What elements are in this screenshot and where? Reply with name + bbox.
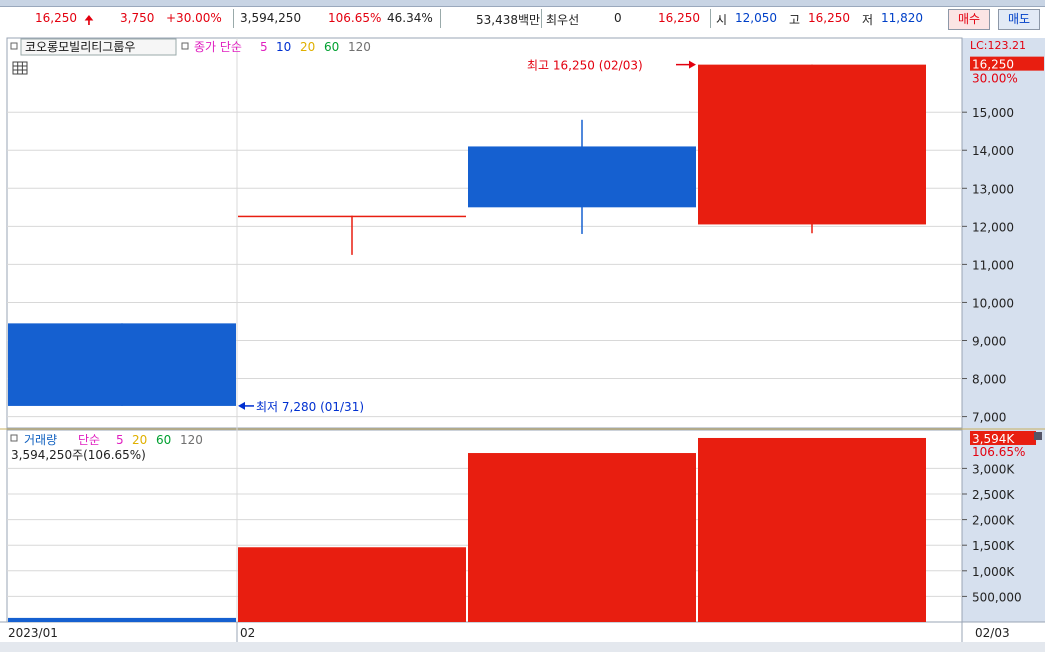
ma-label: 종가 단순: [194, 40, 242, 54]
panel-close-icon: [1034, 432, 1042, 440]
y-tick-label: 2,000K: [972, 514, 1015, 528]
y-tick-label: 9,000: [972, 334, 1006, 348]
y-tick-label: 3,000K: [972, 462, 1015, 476]
candle-body: [238, 215, 466, 218]
volume-ma-period-label: 20: [132, 433, 147, 447]
trade-volume: 3,594,250: [240, 11, 302, 25]
ma-period-label: 20: [300, 40, 315, 54]
sell-button[interactable]: 매도: [998, 9, 1040, 30]
volume-bar: [8, 617, 236, 622]
volume-bar: [468, 453, 696, 622]
current-rate-tag-text: 30.00%: [972, 72, 1018, 86]
x-axis-label: 2023/01: [8, 626, 58, 640]
legend-marker-icon: [10, 42, 18, 50]
candle-body: [698, 64, 926, 225]
volume-ma-label: 단순: [78, 433, 100, 447]
open-label: 시: [716, 13, 728, 27]
y-tick-label: 8,000: [972, 373, 1006, 387]
divider: [233, 9, 234, 28]
ma-period-label: 120: [348, 40, 371, 54]
candle-body: [468, 146, 696, 208]
ma-period-label: 5: [260, 40, 268, 54]
stock-chart: 7,000 8,000 9,000 10,000 11,000 12,000 13,000 1…: [0, 31, 1045, 652]
y-tick-label: 10,000: [972, 296, 1014, 310]
y-tick-label: 1,000K: [972, 565, 1015, 579]
x-axis-strip: [0, 622, 1045, 642]
low-label: 저: [862, 13, 874, 27]
y-tick-label: 14,000: [972, 144, 1014, 158]
scale-background: [962, 38, 1045, 622]
ma-period-label: 60: [324, 40, 339, 54]
volume-ma-period-label: 60: [156, 433, 171, 447]
y-tick-label: 500,000: [972, 590, 1022, 604]
quote-bar: 16,250 🠉 3,750 +30.00% 3,594,250 106.65%…: [0, 7, 1045, 32]
ma-period-label: 10: [276, 40, 291, 54]
price-change: 3,750: [120, 11, 155, 25]
table-icon: [12, 61, 28, 75]
priority-qty: 0: [614, 11, 622, 25]
current-price: 16,250: [35, 11, 77, 25]
volume-ratio: 106.65%: [328, 11, 382, 25]
current-volume-rate-text: 106.65%: [972, 445, 1025, 459]
candle-body: [8, 323, 236, 406]
stock-name: 코오롱모빌리티그룹우: [25, 40, 135, 54]
top-right-label: LC:123.21: [970, 39, 1026, 52]
priority-label: 최우선: [546, 13, 580, 27]
y-tick-label: 15,000: [972, 106, 1014, 120]
trade-amount: 53,438백만: [476, 13, 541, 27]
y-tick-label: 11,000: [972, 258, 1014, 272]
change-rate: +30.00%: [166, 11, 222, 25]
high-annotation: 최고 16,250 (02/03): [527, 59, 643, 73]
y-tick-label: 12,000: [972, 220, 1014, 234]
bottom-toolbar: [0, 642, 1045, 652]
priority-price: 16,250: [658, 11, 700, 25]
volume-ma-period-label: 5: [116, 433, 124, 447]
volume-ma-period-label: 120: [180, 433, 203, 447]
ratio2: 46.34%: [387, 11, 433, 25]
legend-marker-icon: [181, 42, 189, 50]
volume-bar: [698, 437, 926, 622]
up-arrow-icon: 🠉: [84, 13, 94, 27]
low-price: 11,820: [881, 11, 923, 25]
y-tick-label: 2,500K: [972, 488, 1015, 502]
divider: [710, 9, 711, 28]
low-annotation: 최저 7,280 (01/31): [256, 400, 364, 414]
window-top-strip: [0, 0, 1045, 7]
current-volume-tag-text: 3,594K: [972, 432, 1015, 446]
high-label: 고: [789, 13, 801, 27]
high-price: 16,250: [808, 11, 850, 25]
y-tick-label: 1,500K: [972, 539, 1015, 553]
y-tick-label: 13,000: [972, 182, 1014, 196]
current-price-tag-text: 16,250: [972, 58, 1014, 72]
x-axis-label: 02: [240, 626, 255, 640]
volume-bar: [238, 547, 466, 622]
y-tick-label: 7,000: [972, 411, 1006, 425]
open-price: 12,050: [735, 11, 777, 25]
legend-marker-icon: [10, 434, 18, 442]
volume-info: 3,594,250주(106.65%): [11, 448, 146, 462]
divider: [440, 9, 441, 28]
buy-button[interactable]: 매수: [948, 9, 990, 30]
volume-title: 거래량: [24, 433, 57, 447]
divider: [541, 9, 542, 28]
x-axis-label: 02/03: [975, 626, 1010, 640]
